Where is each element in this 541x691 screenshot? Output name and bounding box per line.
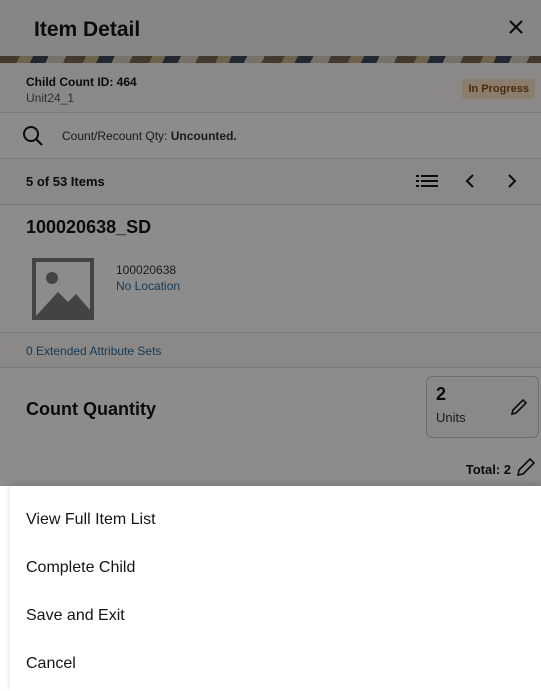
complete-child-option[interactable]: Complete Child — [26, 559, 135, 577]
action-sheet: View Full Item List Complete Child Save … — [10, 486, 541, 691]
modal-overlay[interactable] — [0, 0, 541, 486]
view-full-item-list-option[interactable]: View Full Item List — [26, 511, 156, 529]
item-detail-screen: Item Detail Child Count ID: 464 Unit24_1… — [0, 0, 541, 691]
save-and-exit-option[interactable]: Save and Exit — [26, 607, 125, 625]
cancel-option[interactable]: Cancel — [26, 655, 76, 673]
